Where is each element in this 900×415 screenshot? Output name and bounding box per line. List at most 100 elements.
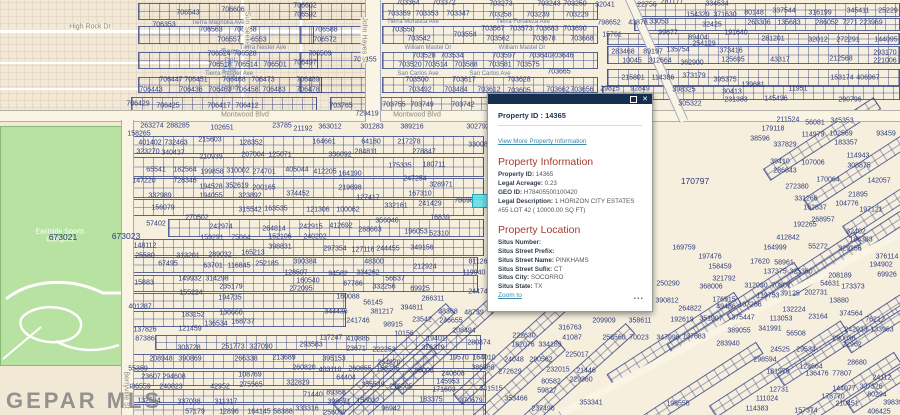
parcel-label: 376319 (421, 345, 444, 352)
parcel-label: 337038 (177, 399, 200, 406)
parcel-label: 706606 (221, 7, 244, 14)
parcel-label: 703628 (507, 77, 530, 84)
parcel-label: 163535 (264, 206, 287, 213)
parcel-label: 144095 (874, 37, 897, 44)
parcel-label: 389055 (727, 328, 750, 335)
parcel-label: 308875 (847, 163, 870, 170)
street-label: Tierra Fortaleza Ave (496, 19, 550, 25)
parcel-label: 13880 (829, 298, 848, 305)
map-canvas[interactable]: 7065437066067063537065637065687065577065… (0, 0, 900, 415)
parcel-label: 114386 (652, 75, 675, 82)
parcel-label: 215603 (198, 137, 221, 144)
parcel-label: 102651 (210, 125, 233, 132)
parcel-label: 121306 (306, 207, 329, 214)
parcel-label: 28680 (847, 360, 866, 367)
parcel-label: 88008 (414, 368, 433, 375)
parcel-label: 242974 (209, 224, 232, 231)
parcel-label: 164145 (247, 409, 270, 415)
parcel-label: 63701 (203, 263, 222, 270)
parcel-label: 130660 (219, 310, 242, 317)
more-options-button[interactable]: ... (633, 293, 644, 299)
parcel-label: 322829 (286, 380, 309, 387)
parcel-label: 137826 (133, 327, 156, 334)
parcel-label: 347998 (656, 335, 679, 342)
parcel-label: 99877 (658, 30, 677, 37)
maximize-icon[interactable] (630, 96, 637, 103)
parcel-label: 332989 (148, 193, 171, 200)
parcel-label: 57179 (185, 409, 204, 415)
parcel-label: 158235 (376, 366, 399, 373)
parcel-label: 21192 (294, 126, 313, 133)
pond-label-line: #64 (224, 76, 236, 83)
field-label: Legal Description: (498, 198, 553, 205)
field-label: Situs Street Prefix: (498, 248, 554, 255)
parcel-label: 290796 (838, 97, 861, 104)
parcel-label: 298594 (753, 357, 776, 364)
parcel-label: 171603 (432, 387, 455, 394)
parcel-label: 24474 (468, 289, 487, 296)
parcel-label: 373416 (719, 48, 742, 55)
street-label: High Rock Dr (69, 24, 111, 31)
street-label: Montwood Blvd (221, 112, 269, 119)
parcel-label: 703550 (391, 27, 414, 34)
parcel-label: 281201 (761, 36, 784, 43)
parcel-label: 374452 (286, 191, 309, 198)
parcel-label: 133963 (870, 327, 893, 334)
parcel-label: 242933 (844, 327, 867, 334)
parcel-label: 323270 (136, 149, 159, 156)
parcel-label: 114979 (802, 132, 825, 139)
parcel-label: 229360 (569, 377, 592, 384)
parcel-label: 398671 (327, 399, 350, 406)
parcel-label: 221006 (873, 58, 896, 65)
parcel-label: 175335 (388, 163, 411, 170)
parcel-label: 107006 (801, 160, 824, 167)
parcel-label: 278847 (412, 149, 435, 156)
view-more-link[interactable]: View More Property Information (498, 138, 586, 145)
parcel-label: 281177 (661, 0, 684, 6)
parcel-label: 158032 (356, 398, 379, 405)
field-label: Situs Street Name: (498, 257, 554, 264)
parcel-label: 703229 (565, 12, 588, 19)
parcel-label: 240608 (441, 371, 464, 378)
parcel-label: 41087 (562, 335, 581, 342)
parcel-label: 21446 (576, 368, 595, 375)
parcel-label: 729419 (355, 111, 378, 118)
parcel-label: 15761 (602, 32, 621, 39)
parcel-label: 156079 (151, 205, 174, 212)
parcel-label: 167310 (408, 191, 431, 198)
parcel-label: 49486 (716, 304, 735, 311)
parcel-label: 252185 (255, 261, 278, 268)
parcel-label: 183375 (419, 397, 442, 404)
parcel-label: 212568 (829, 56, 852, 63)
parcel-label: 164010 (472, 355, 495, 362)
pond-label-line: Del (225, 58, 236, 65)
street-label: William Mastel Dr (499, 45, 546, 51)
parcel-label: 412842 (776, 235, 799, 242)
parcel-label: 706497 (293, 60, 316, 67)
parcel-label: 194055 (199, 193, 222, 200)
parcel-label: 706458 (235, 87, 258, 94)
parcel-label: 371630 (713, 12, 736, 19)
parcel-label: 703575 (516, 62, 539, 69)
parcel-label: 706353 (152, 22, 175, 29)
parcel-label: 376114 (876, 254, 899, 261)
pond-label-line: Tierra (221, 49, 239, 56)
parcel-label: 406967 (856, 75, 879, 82)
parcel-label: 155224 (179, 290, 202, 297)
parcel-label: 169759 (672, 245, 695, 252)
parcel-label: 274701 (252, 169, 275, 176)
parcel-label: 111024 (756, 396, 778, 403)
parcel-label: 240823 (159, 384, 182, 391)
parcel-label: 11951 (789, 86, 808, 93)
parcel-label: 325360 (789, 269, 812, 276)
parcel-label: 310002 (226, 168, 249, 175)
parcel-label: 216565 (389, 384, 412, 391)
parcel-label: 30413 (722, 89, 741, 96)
field-label: Situs Number: (498, 239, 541, 246)
close-icon[interactable]: ✕ (642, 96, 648, 103)
parcel-label: 197121 (859, 207, 882, 214)
parcel-label: 127417 (356, 195, 379, 202)
parcel-label: 12896 (219, 409, 238, 415)
zoom-to-link[interactable]: Zoom to (498, 292, 522, 299)
parcel-label: 56081 (805, 120, 824, 127)
